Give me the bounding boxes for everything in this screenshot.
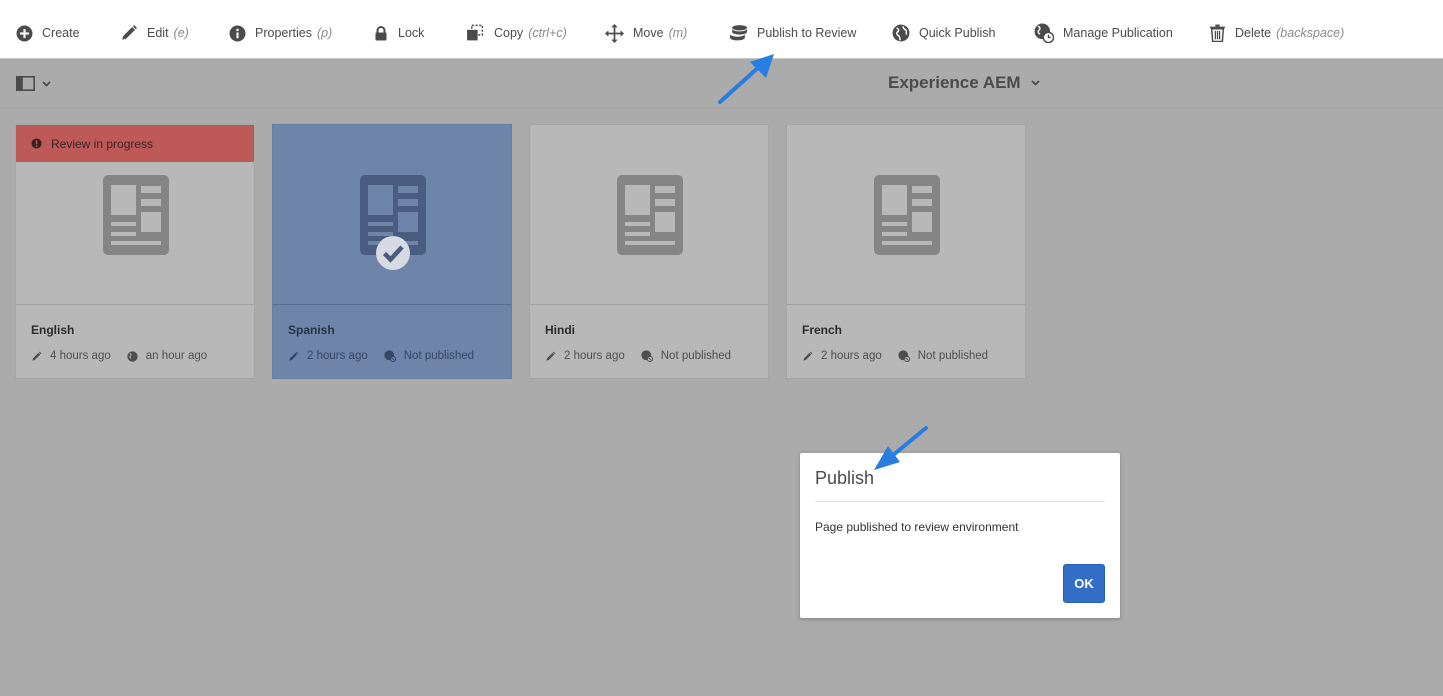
move-arrows-icon [605, 23, 624, 43]
move-button[interactable]: Move (m) [605, 8, 687, 58]
chevron-down-icon [42, 80, 51, 87]
page-document-icon [874, 175, 940, 255]
page-card-english[interactable]: Review in progress English 4 hours ago a… [15, 124, 255, 379]
copy-shortcut: (ctrl+c) [528, 26, 567, 40]
edit-label: Edit [147, 26, 169, 40]
card-thumbnail [787, 125, 1025, 305]
dialog-divider [815, 501, 1105, 502]
manage-publication-button[interactable]: Manage Publication [1034, 8, 1173, 58]
properties-shortcut: (p) [316, 26, 333, 40]
review-status-banner: Review in progress [16, 125, 254, 162]
card-meta: 2 hours ago Not published [288, 350, 474, 362]
pencil-icon [32, 351, 42, 361]
copy-icon [467, 24, 484, 41]
properties-label: Properties [255, 26, 312, 40]
create-button[interactable]: Create [16, 8, 80, 58]
globe-off-icon [641, 350, 653, 362]
card-title: Hindi [545, 323, 575, 337]
dialog-title: Publish [815, 468, 875, 488]
modified-time: 4 hours ago [50, 350, 111, 362]
card-title: Spanish [288, 323, 335, 337]
page-title-switcher[interactable]: Experience AEM [888, 73, 1040, 93]
quick-publish-button[interactable]: Quick Publish [892, 8, 995, 58]
globe-off-icon [384, 350, 396, 362]
rail-toggle-button[interactable] [16, 76, 51, 91]
card-thumbnail [273, 125, 511, 305]
copy-label: Copy [494, 26, 524, 40]
modified-time: 2 hours ago [821, 350, 882, 362]
edit-button[interactable]: Edit (e) [120, 8, 189, 58]
manage-publication-label: Manage Publication [1063, 26, 1173, 40]
chevron-down-icon [1030, 80, 1040, 86]
page-title: Experience AEM [888, 73, 1021, 92]
banner-label: Review in progress [51, 136, 154, 151]
page-document-icon [617, 175, 683, 255]
card-title: English [31, 323, 75, 337]
alert-circle-icon [31, 138, 42, 149]
delete-button[interactable]: Delete (backspace) [1209, 8, 1344, 58]
modified-time: 2 hours ago [307, 350, 368, 362]
trash-icon [1210, 24, 1225, 42]
ok-button[interactable]: OK [1063, 564, 1105, 603]
lock-icon [375, 25, 387, 40]
publish-to-review-label: Publish to Review [757, 26, 857, 40]
publish-status: Not published [660, 350, 732, 362]
lock-button[interactable]: Lock [373, 8, 424, 58]
page-card-spanish[interactable]: Spanish 2 hours ago Not published [272, 124, 512, 379]
annotation-arrow-icon [874, 426, 928, 470]
database-stack-icon [730, 25, 747, 41]
checkmark-circle-icon [376, 236, 410, 270]
globe-clock-icon [1034, 23, 1054, 43]
publish-status: an hour ago [145, 350, 208, 362]
globe-off-icon [898, 350, 910, 362]
edit-shortcut: (e) [173, 26, 189, 40]
quick-publish-label: Quick Publish [919, 26, 996, 40]
card-meta: 2 hours ago Not published [802, 350, 988, 362]
info-circle-icon [229, 25, 246, 41]
properties-button[interactable]: Properties (p) [229, 8, 332, 58]
globe-icon [892, 24, 910, 42]
dialog-message: Page published to review environment [815, 520, 1019, 534]
plus-circle-icon [16, 25, 33, 41]
page-document-icon [103, 175, 169, 255]
card-title: French [802, 323, 843, 337]
annotation-arrow-icon [718, 54, 774, 104]
card-meta: 2 hours ago Not published [545, 350, 731, 362]
globe-icon [127, 350, 138, 362]
delete-label: Delete [1235, 26, 1272, 40]
move-label: Move [633, 26, 664, 40]
lock-label: Lock [398, 26, 425, 40]
publish-status: Not published [917, 350, 989, 362]
pencil-icon [546, 351, 556, 361]
card-meta: 4 hours ago an hour ago [31, 350, 207, 362]
card-thumbnail [530, 125, 768, 305]
page-card-french[interactable]: French 2 hours ago Not published [786, 124, 1026, 379]
modified-time: 2 hours ago [564, 350, 625, 362]
publish-dialog: Publish Page published to review environ… [800, 453, 1120, 618]
sidebar-panel-icon [16, 76, 35, 91]
delete-shortcut: (backspace) [1276, 26, 1345, 40]
publish-status: Not published [403, 350, 475, 362]
pencil-icon [289, 351, 299, 361]
copy-button[interactable]: Copy (ctrl+c) [466, 8, 567, 58]
page-card-hindi[interactable]: Hindi 2 hours ago Not published [529, 124, 769, 379]
move-shortcut: (m) [668, 26, 688, 40]
create-label: Create [42, 26, 80, 40]
pencil-icon [122, 25, 137, 40]
pencil-icon [803, 351, 813, 361]
